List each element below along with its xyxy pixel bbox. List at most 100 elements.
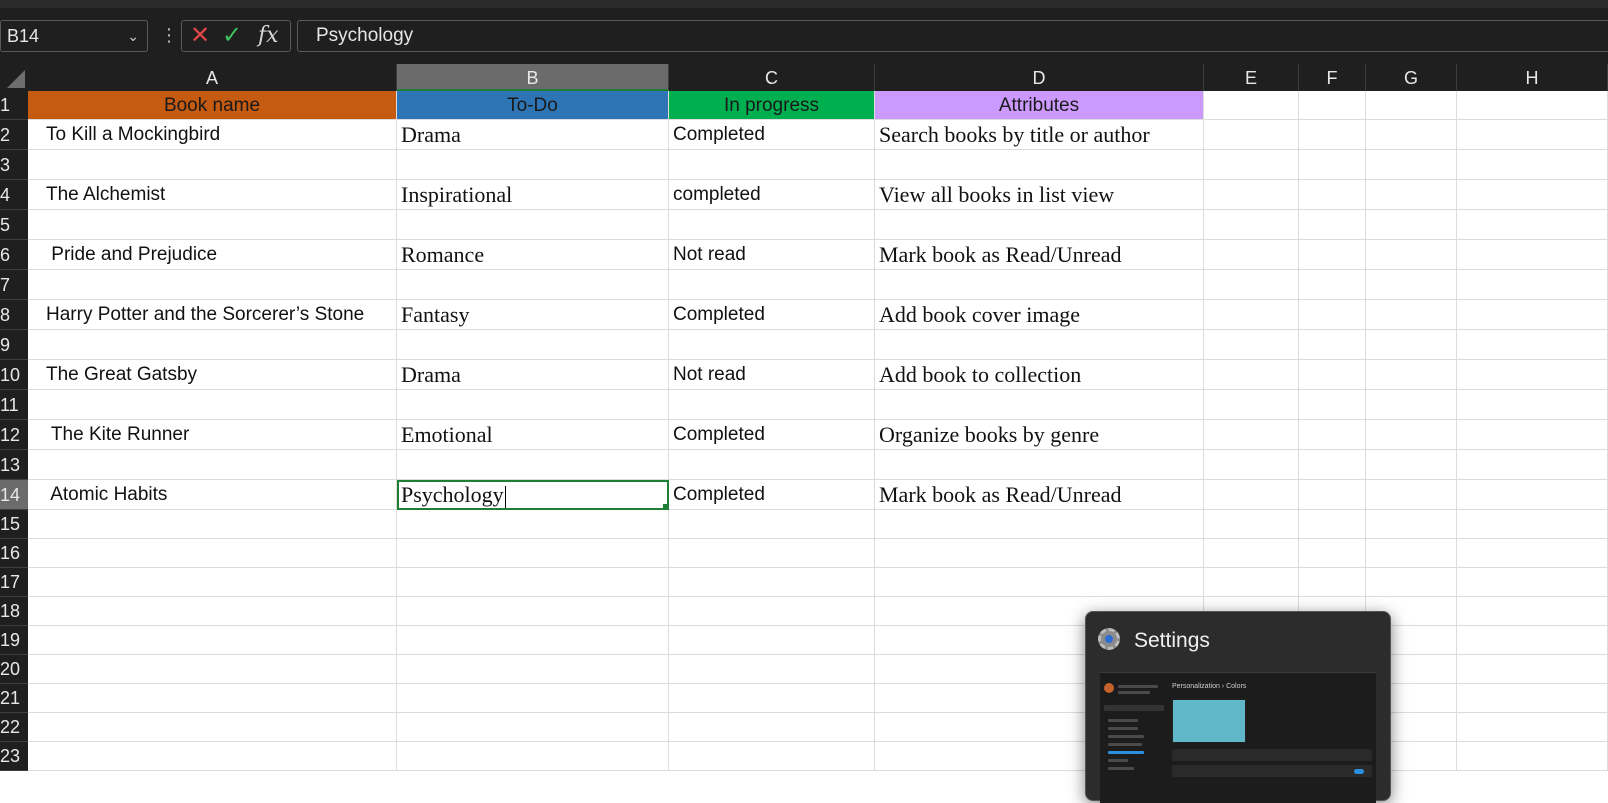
cell-c22[interactable] <box>669 713 875 742</box>
cell-b11[interactable] <box>397 390 669 420</box>
cell-c8[interactable]: Completed <box>669 300 875 330</box>
cell-c5[interactable] <box>669 210 875 240</box>
cell-f12[interactable] <box>1299 420 1366 450</box>
cell-b15[interactable] <box>397 510 669 539</box>
cell-a14[interactable]: Atomic Habits <box>28 480 397 510</box>
cell-a12[interactable]: The Kite Runner <box>28 420 397 450</box>
cell-d3[interactable] <box>875 150 1204 180</box>
column-header-b[interactable]: B <box>397 64 669 91</box>
cell-e16[interactable] <box>1204 539 1299 568</box>
cell-f2[interactable] <box>1299 120 1366 150</box>
cell-b17[interactable] <box>397 568 669 597</box>
cell-e1[interactable] <box>1204 91 1299 120</box>
cell-a20[interactable] <box>28 655 397 684</box>
cell-a13[interactable] <box>28 450 397 480</box>
row-header-8[interactable]: 8 <box>0 300 28 330</box>
cell-d15[interactable] <box>875 510 1204 539</box>
row-header-22[interactable]: 22 <box>0 713 28 742</box>
cell-g12[interactable] <box>1366 420 1457 450</box>
cell-e10[interactable] <box>1204 360 1299 390</box>
header-cell-a[interactable]: Book name <box>28 91 397 120</box>
cell-d7[interactable] <box>875 270 1204 300</box>
cell-a22[interactable] <box>28 713 397 742</box>
row-header-18[interactable]: 18 <box>0 597 28 626</box>
column-header-e[interactable]: E <box>1204 64 1299 91</box>
column-header-a[interactable]: A <box>28 64 397 91</box>
cell-c16[interactable] <box>669 539 875 568</box>
cell-c2[interactable]: Completed <box>669 120 875 150</box>
cell-c21[interactable] <box>669 684 875 713</box>
cell-e4[interactable] <box>1204 180 1299 210</box>
cell-a17[interactable] <box>28 568 397 597</box>
cell-h7[interactable] <box>1457 270 1608 300</box>
cell-f7[interactable] <box>1299 270 1366 300</box>
cell-f13[interactable] <box>1299 450 1366 480</box>
cell-h5[interactable] <box>1457 210 1608 240</box>
cell-e13[interactable] <box>1204 450 1299 480</box>
active-cell-b14[interactable]: Psychology <box>397 480 669 510</box>
enter-icon[interactable]: ✓ <box>222 23 242 49</box>
cell-b4[interactable]: Inspirational <box>397 180 669 210</box>
cell-c3[interactable] <box>669 150 875 180</box>
more-options-icon[interactable]: ⋮ <box>160 26 178 44</box>
cancel-icon[interactable]: ✕ <box>190 23 210 49</box>
column-header-h[interactable]: H <box>1457 64 1608 91</box>
cell-e15[interactable] <box>1204 510 1299 539</box>
cell-b9[interactable] <box>397 330 669 360</box>
cell-e12[interactable] <box>1204 420 1299 450</box>
cell-f4[interactable] <box>1299 180 1366 210</box>
cell-a19[interactable] <box>28 626 397 655</box>
header-cell-c[interactable]: In progress <box>669 91 875 120</box>
cell-d9[interactable] <box>875 330 1204 360</box>
cell-c12[interactable]: Completed <box>669 420 875 450</box>
row-header-1[interactable]: 1 <box>0 91 28 120</box>
row-header-23[interactable]: 23 <box>0 742 28 771</box>
column-header-g[interactable]: G <box>1366 64 1457 91</box>
cell-b2[interactable]: Drama <box>397 120 669 150</box>
cell-g9[interactable] <box>1366 330 1457 360</box>
cell-g13[interactable] <box>1366 450 1457 480</box>
row-header-21[interactable]: 21 <box>0 684 28 713</box>
row-header-11[interactable]: 11 <box>0 390 28 420</box>
cell-h8[interactable] <box>1457 300 1608 330</box>
cell-c23[interactable] <box>669 742 875 771</box>
cell-d14[interactable]: Mark book as Read/Unread <box>875 480 1204 510</box>
cell-d13[interactable] <box>875 450 1204 480</box>
cell-a4[interactable]: The Alchemist <box>28 180 397 210</box>
cell-a6[interactable]: Pride and Prejudice <box>28 240 397 270</box>
cell-b16[interactable] <box>397 539 669 568</box>
cell-b21[interactable] <box>397 684 669 713</box>
row-header-17[interactable]: 17 <box>0 568 28 597</box>
name-box[interactable]: B14 ⌄ <box>0 20 148 52</box>
cell-e2[interactable] <box>1204 120 1299 150</box>
cell-b23[interactable] <box>397 742 669 771</box>
cell-c10[interactable]: Not read <box>669 360 875 390</box>
cell-a8[interactable]: Harry Potter and the Sorcerer’s Stone <box>28 300 397 330</box>
cell-f14[interactable] <box>1299 480 1366 510</box>
row-header-3[interactable]: 3 <box>0 150 28 180</box>
row-header-19[interactable]: 19 <box>0 626 28 655</box>
cell-f17[interactable] <box>1299 568 1366 597</box>
cell-g3[interactable] <box>1366 150 1457 180</box>
cell-d5[interactable] <box>875 210 1204 240</box>
cell-g16[interactable] <box>1366 539 1457 568</box>
cell-c4[interactable]: completed <box>669 180 875 210</box>
cell-c11[interactable] <box>669 390 875 420</box>
cell-c15[interactable] <box>669 510 875 539</box>
cell-b19[interactable] <box>397 626 669 655</box>
cell-b5[interactable] <box>397 210 669 240</box>
cell-f3[interactable] <box>1299 150 1366 180</box>
cell-d8[interactable]: Add book cover image <box>875 300 1204 330</box>
cell-h15[interactable] <box>1457 510 1608 539</box>
cell-e7[interactable] <box>1204 270 1299 300</box>
cell-a2[interactable]: To Kill a Mockingbird <box>28 120 397 150</box>
cell-d10[interactable]: Add book to collection <box>875 360 1204 390</box>
cell-b10[interactable]: Drama <box>397 360 669 390</box>
cell-e8[interactable] <box>1204 300 1299 330</box>
cell-b6[interactable]: Romance <box>397 240 669 270</box>
cell-e17[interactable] <box>1204 568 1299 597</box>
cell-b7[interactable] <box>397 270 669 300</box>
cell-e5[interactable] <box>1204 210 1299 240</box>
cell-a3[interactable] <box>28 150 397 180</box>
cell-h2[interactable] <box>1457 120 1608 150</box>
